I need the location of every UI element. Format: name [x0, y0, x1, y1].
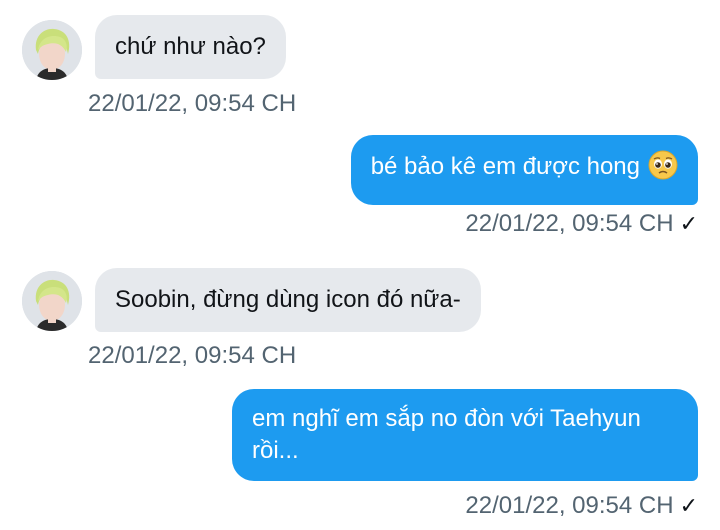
message-text: Soobin, đừng dùng icon đó nữa- — [115, 286, 461, 313]
avatar[interactable] — [22, 271, 82, 331]
message-timestamp: 22/01/22, 09:54 CH — [88, 90, 297, 117]
avatar-image — [22, 20, 82, 80]
incoming-message-bubble[interactable]: Soobin, đừng dùng icon đó nữa- — [95, 268, 481, 332]
message-timestamp: 22/01/22, 09:54 CH — [88, 342, 297, 369]
delivered-check-icon: ✓ — [679, 211, 698, 236]
message-text: bé bảo kê em được hong — [370, 153, 640, 180]
pleading-face-emoji-icon — [648, 150, 678, 190]
avatar[interactable] — [22, 20, 82, 80]
outgoing-message-bubble[interactable]: bé bảo kê em được hong — [350, 135, 698, 205]
incoming-message-bubble[interactable]: chứ như nào? — [95, 15, 286, 79]
message-text: em nghĩ em sắp no đòn với Taehyun rồi... — [252, 405, 641, 464]
message-timestamp: 22/01/22, 09:54 CH ✓ — [465, 210, 698, 237]
avatar-image — [22, 271, 82, 331]
message-text: chứ như nào? — [115, 33, 266, 60]
delivered-check-icon: ✓ — [679, 493, 698, 518]
message-timestamp: 22/01/22, 09:54 CH ✓ — [465, 492, 698, 519]
outgoing-message-bubble[interactable]: em nghĩ em sắp no đòn với Taehyun rồi... — [232, 389, 698, 481]
